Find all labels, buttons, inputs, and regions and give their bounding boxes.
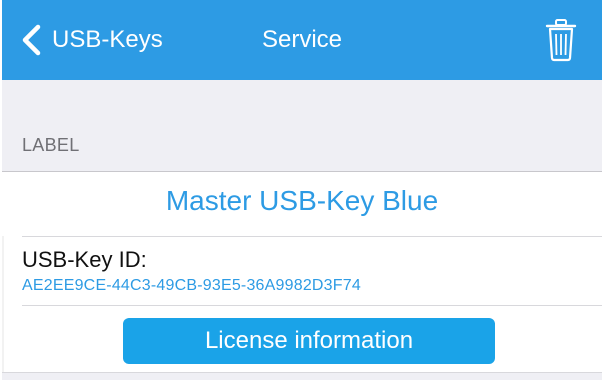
usb-key-id-label: USB-Key ID: [22, 247, 147, 272]
delete-button[interactable] [544, 18, 578, 62]
usb-key-label-value[interactable]: Master USB-Key Blue [2, 183, 602, 219]
back-button-label: USB-Keys [52, 26, 163, 53]
grouped-background [2, 80, 602, 172]
license-information-button[interactable]: License information [123, 318, 495, 364]
trash-icon [544, 19, 578, 66]
navigation-bar: USB-Keys Service [2, 0, 602, 80]
back-button[interactable]: USB-Keys [20, 23, 163, 57]
row-divider [22, 305, 602, 306]
chevron-left-icon [20, 23, 44, 57]
service-screen: USB-Keys Service LABEL Master USB-Key Bl… [2, 0, 602, 380]
grouped-background-bottom [2, 373, 602, 380]
usb-key-id-value: AE2EE9CE-44C3-49CB-93E5-36A9982D3F74 [22, 277, 361, 294]
row-divider [22, 236, 602, 237]
section-header-label: LABEL [22, 135, 80, 155]
